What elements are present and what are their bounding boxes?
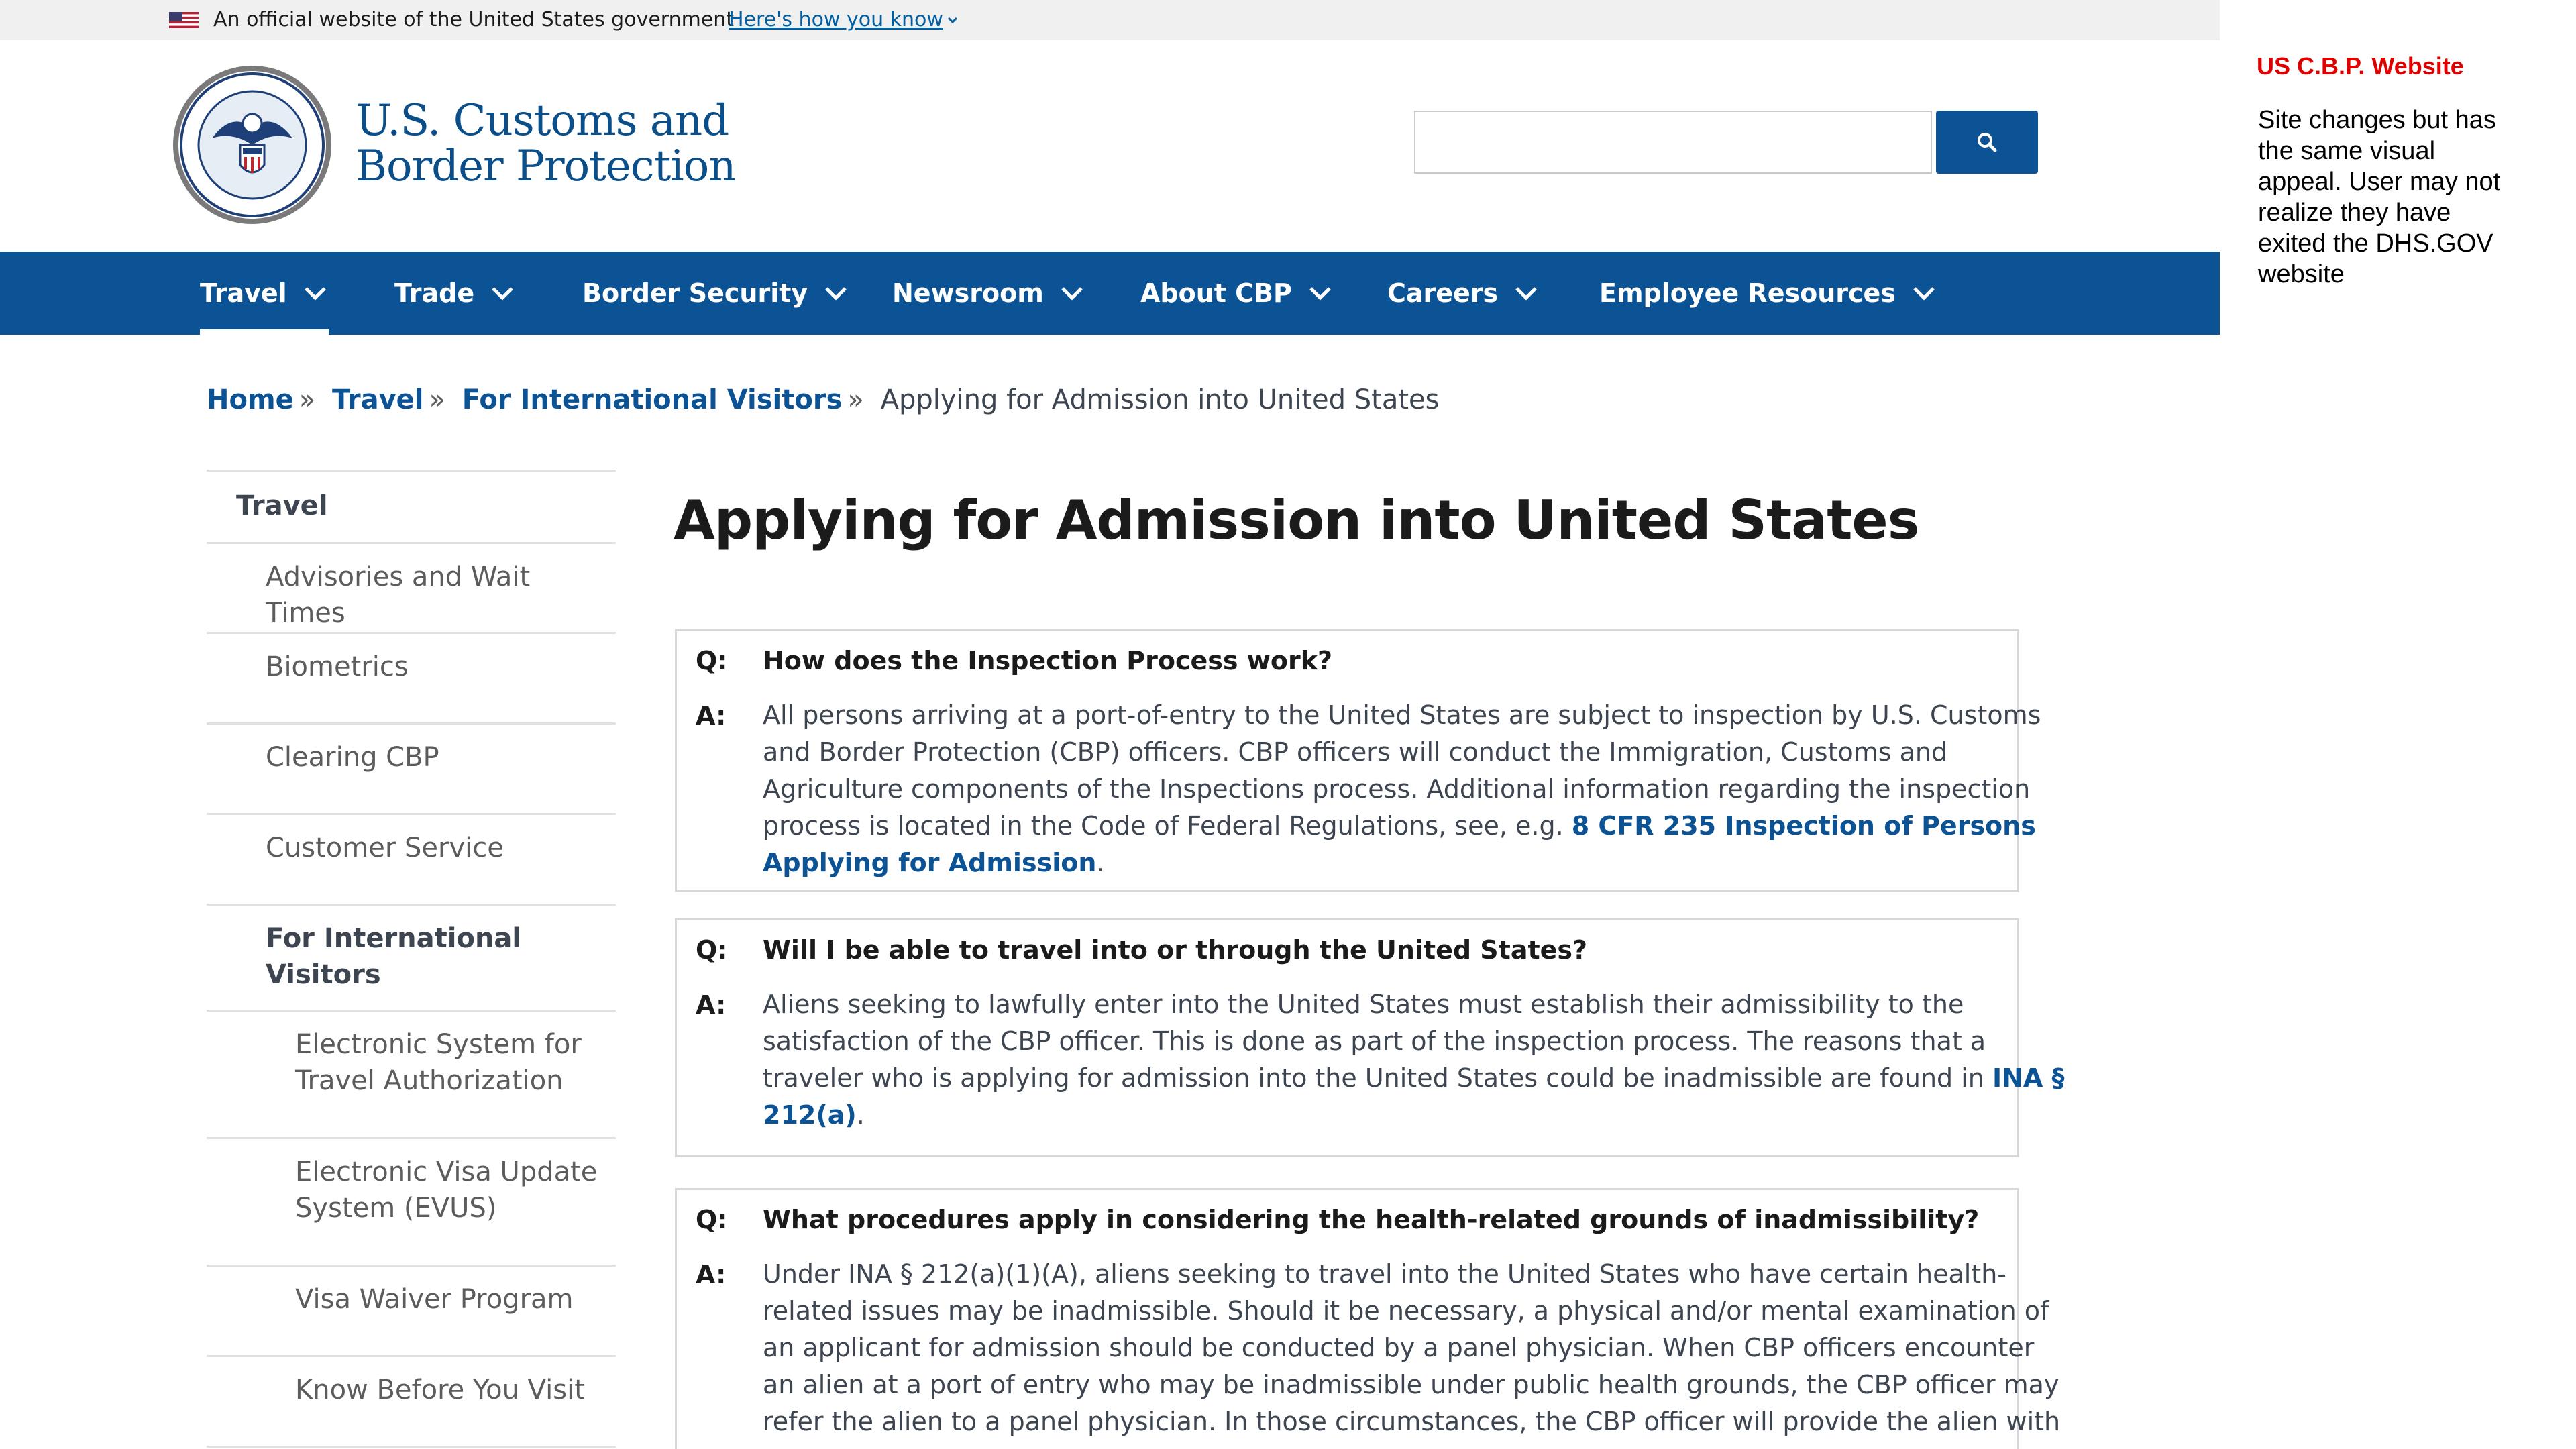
breadcrumb-international-visitors-link[interactable]: For International Visitors	[462, 384, 843, 415]
chevron-down-icon	[492, 287, 513, 301]
qa-card: Q: Will I be able to travel into or thro…	[675, 918, 2065, 1157]
sidebar-item-travel[interactable]: Travel	[207, 470, 616, 542]
main-nav: Travel Trade Border Security Newsroom Ab…	[0, 252, 2220, 335]
gov-banner: An official website of the United States…	[0, 0, 2220, 40]
sidebar-item-biometrics[interactable]: Biometrics	[207, 632, 616, 722]
chevron-down-icon	[1913, 287, 1935, 301]
sidebar-subitem-know-before-you-visit[interactable]: Know Before You Visit	[207, 1355, 616, 1446]
sidebar-item-advisories[interactable]: Advisories and Wait Times	[207, 542, 616, 632]
answer-label: A:	[696, 701, 727, 731]
chevron-down-icon	[825, 287, 847, 301]
chevron-down-icon	[1309, 287, 1331, 301]
sidebar-subitem-visa-waiver[interactable]: Visa Waiver Program	[207, 1265, 616, 1355]
nav-item-travel[interactable]: Travel	[200, 252, 329, 335]
heres-how-you-know-link[interactable]: Here's how you know	[729, 8, 943, 32]
sidebar-item-customer-service[interactable]: Customer Service	[207, 813, 616, 904]
nav-item-newsroom[interactable]: Newsroom	[892, 252, 1085, 335]
sidebar-divider	[207, 1446, 616, 1449]
qa-card: Q: What procedures apply in considering …	[675, 1188, 2061, 1449]
question-label: Q:	[696, 646, 728, 676]
answer-label: A:	[696, 990, 727, 1020]
nav-item-about-cbp[interactable]: About CBP	[1140, 252, 1334, 335]
breadcrumb: Home» Travel» For International Visitors…	[207, 381, 1439, 419]
chevron-down-icon	[1061, 287, 1083, 301]
cfr-235-link[interactable]: Applying for Admission	[763, 848, 1096, 877]
gov-banner-text: An official website of the United States…	[213, 8, 735, 32]
annotation-title: US C.B.P. Website	[2257, 52, 2464, 80]
qa-card: Q: How does the Inspection Process work?…	[675, 629, 2041, 892]
question-text: Will I be able to travel into or through…	[763, 935, 1588, 965]
breadcrumb-current: Applying for Admission into United State…	[880, 384, 1440, 415]
question-text: How does the Inspection Process work?	[763, 646, 1333, 676]
annotation-note: Site changes but has the same visual app…	[2258, 106, 2501, 288]
chevron-down-icon	[304, 287, 326, 301]
search-input[interactable]	[1414, 111, 1932, 174]
ina-212a-link[interactable]: 212(a)	[763, 1100, 857, 1130]
chevron-down-icon[interactable]	[946, 13, 959, 27]
breadcrumb-separator: »	[429, 384, 445, 415]
question-label: Q:	[696, 1205, 728, 1234]
nav-item-trade[interactable]: Trade	[394, 252, 516, 335]
breadcrumb-separator: »	[299, 384, 316, 415]
ina-212a-link[interactable]: INA §	[1992, 1063, 2065, 1093]
browser-page: An official website of the United States…	[0, 0, 2220, 1449]
site-name-logo-text[interactable]: U.S. Customs and Border Protection	[356, 98, 736, 189]
answer-text: All persons arriving at a port-of-entry …	[763, 700, 2041, 877]
nav-item-careers[interactable]: Careers	[1387, 252, 1540, 335]
answer-label: A:	[696, 1260, 727, 1289]
nav-item-border-security[interactable]: Border Security	[582, 252, 849, 335]
answer-text: Aliens seeking to lawfully enter into th…	[763, 989, 2065, 1130]
breadcrumb-home-link[interactable]: Home	[207, 384, 294, 415]
nav-item-employee-resources[interactable]: Employee Resources	[1599, 252, 1937, 335]
cfr-235-link[interactable]: 8 CFR 235 Inspection of Persons	[1572, 811, 2036, 841]
cbp-seal-logo[interactable]	[172, 64, 333, 225]
sidebar-subitem-evus[interactable]: Electronic Visa Update System (EVUS)	[207, 1137, 616, 1265]
sidebar-subitem-esta[interactable]: Electronic System for Travel Authorizati…	[207, 1010, 616, 1137]
question-label: Q:	[696, 935, 728, 965]
us-flag-icon	[169, 12, 199, 28]
sidebar-item-international-visitors[interactable]: For International Visitors	[207, 904, 616, 1010]
sidebar-item-clearing-cbp[interactable]: Clearing CBP	[207, 722, 616, 813]
breadcrumb-travel-link[interactable]: Travel	[332, 384, 424, 415]
page-title: Applying for Admission into United State…	[674, 489, 1919, 551]
search-icon	[1978, 133, 1997, 152]
breadcrumb-separator: »	[847, 384, 864, 415]
answer-text: Under INA § 212(a)(1)(A), aliens seeking…	[763, 1259, 2061, 1436]
question-text: What procedures apply in considering the…	[763, 1205, 1980, 1234]
search-button[interactable]	[1936, 111, 2038, 174]
chevron-down-icon	[1515, 287, 1537, 301]
